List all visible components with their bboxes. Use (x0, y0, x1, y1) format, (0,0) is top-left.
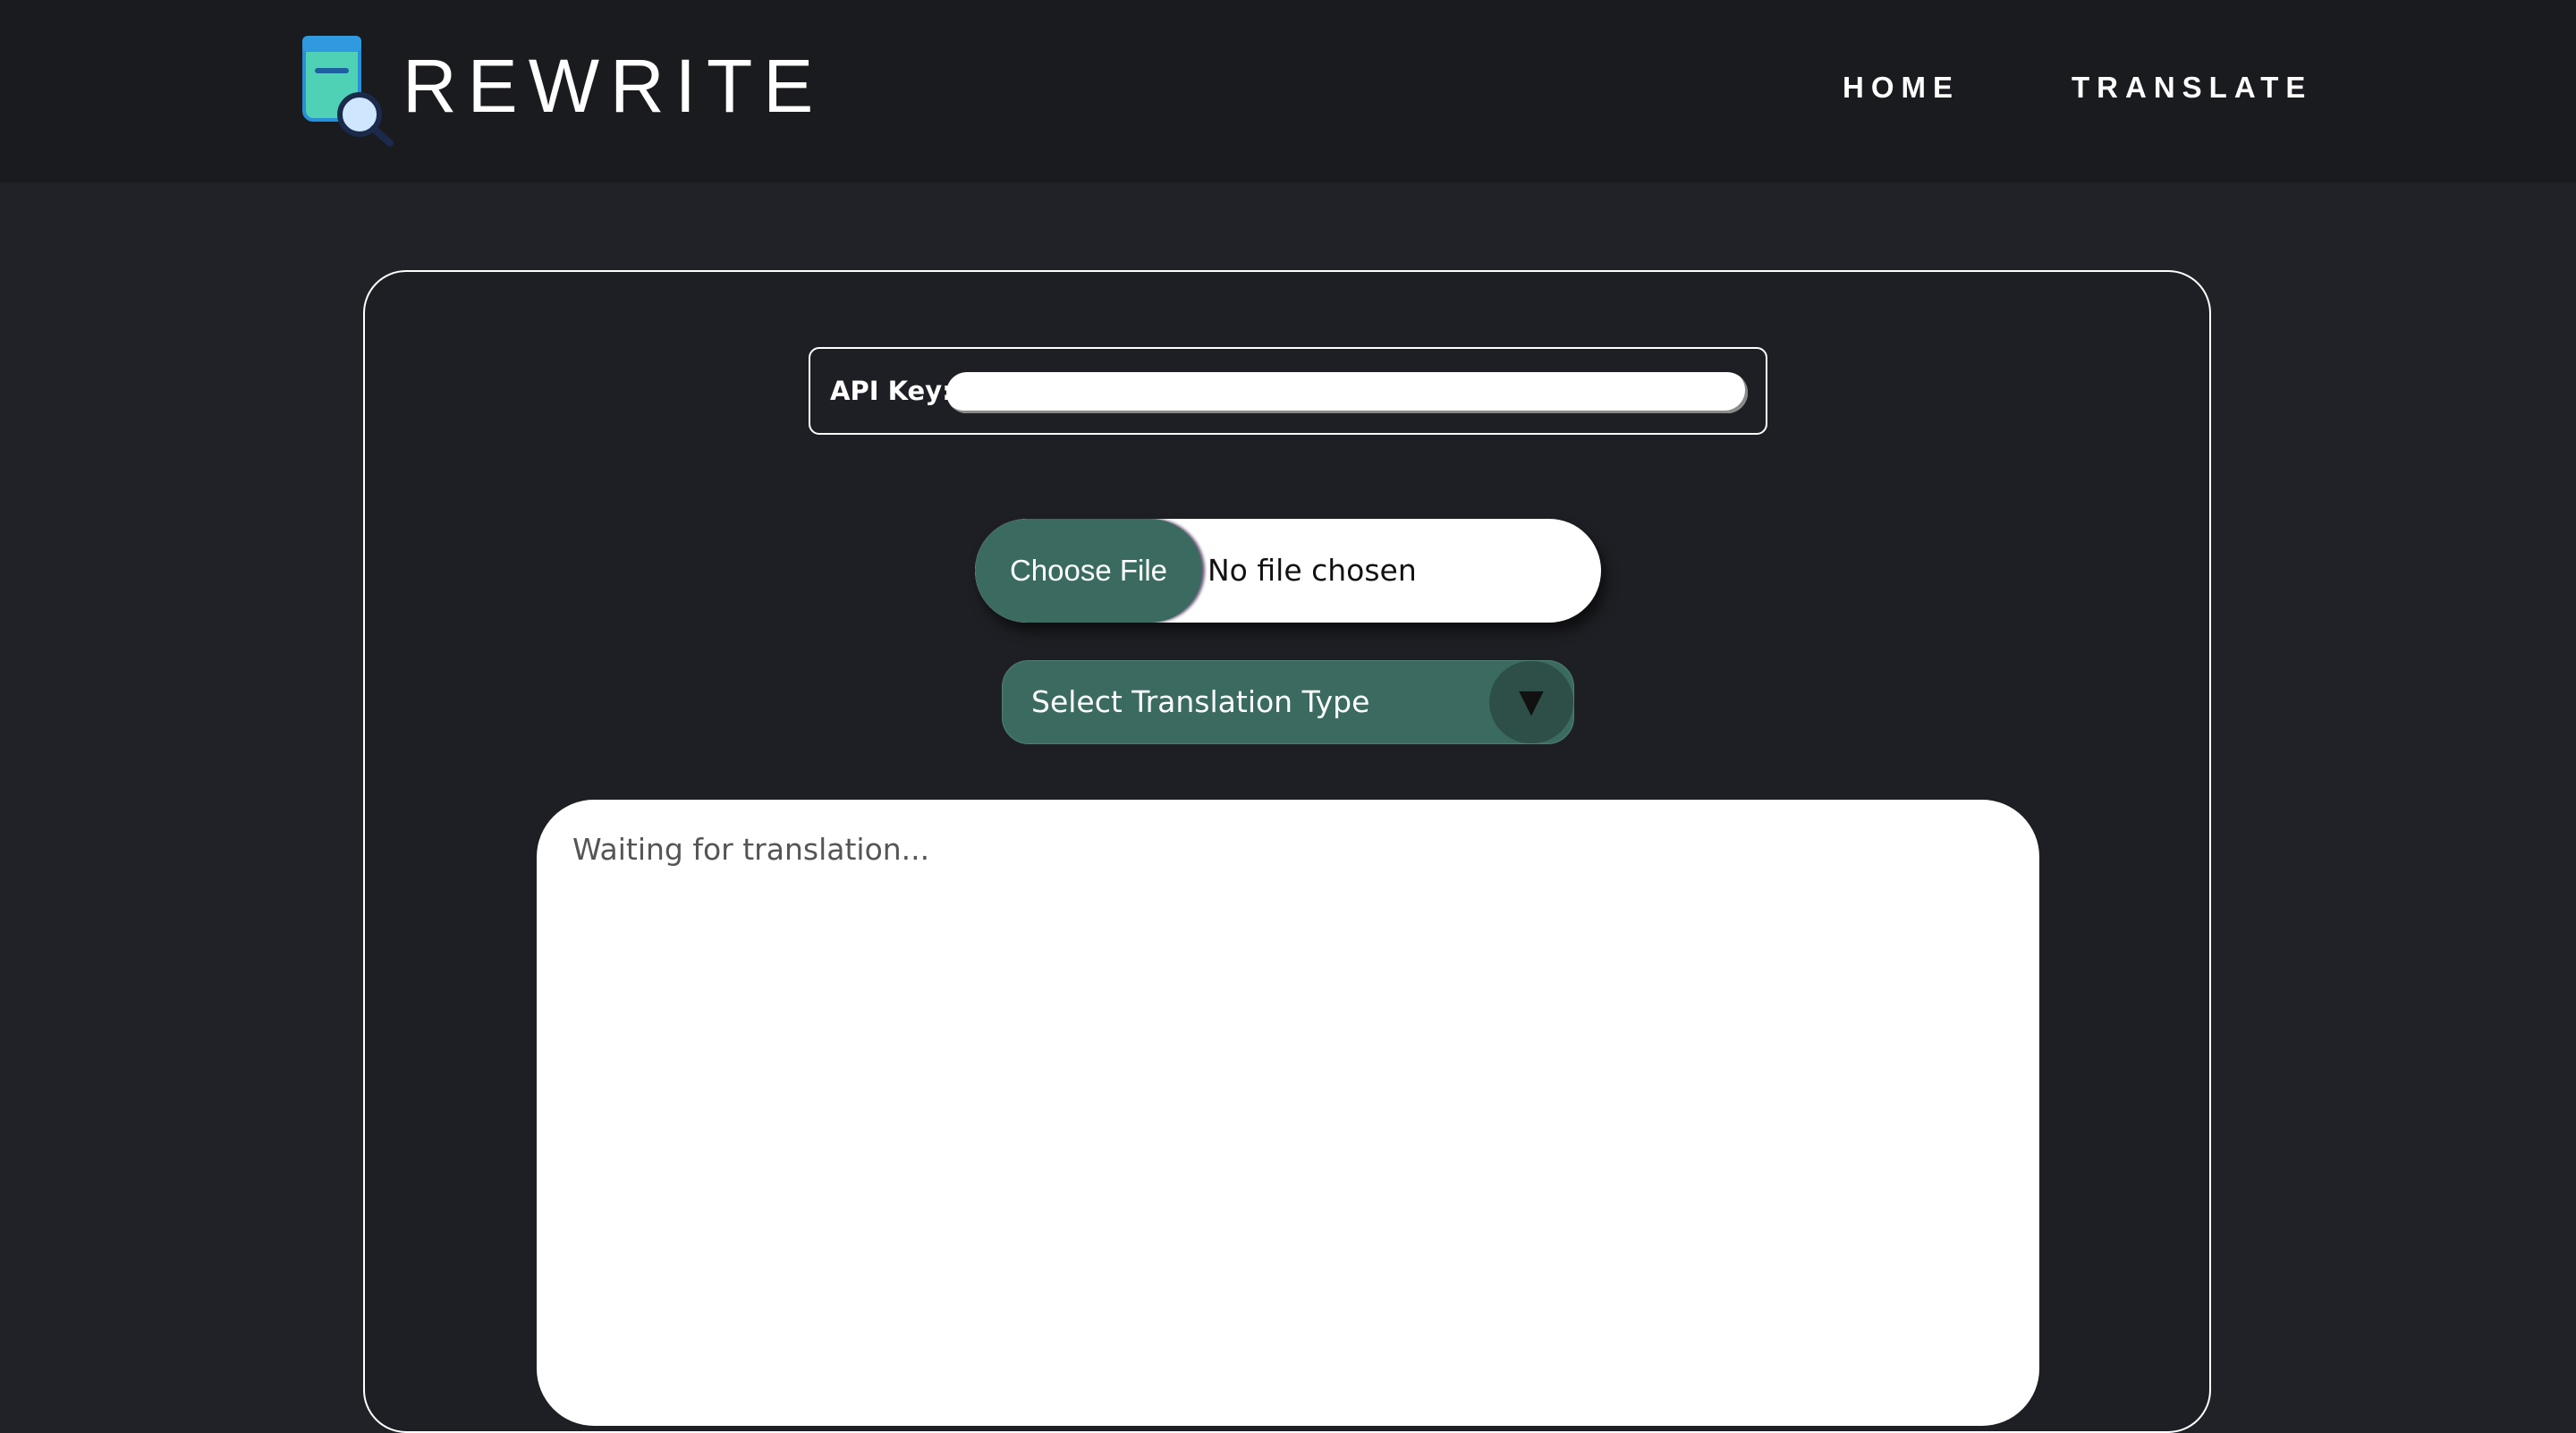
header: REWRITE HOME TRANSLATE (0, 0, 2576, 182)
translation-type-select[interactable]: Select Translation Type ▼ (1002, 660, 1574, 744)
translation-type-label: Select Translation Type (1031, 684, 1370, 719)
translation-output[interactable] (537, 800, 2039, 1426)
nav-translate-link[interactable]: TRANSLATE (2072, 64, 2312, 111)
api-key-label: API Key: (830, 376, 953, 406)
nav-home-link[interactable]: HOME (1843, 64, 1960, 111)
file-status-text: No file chosen (1208, 553, 1417, 588)
choose-file-button[interactable]: Choose File (975, 519, 1202, 623)
file-picker[interactable]: Choose File No file chosen (975, 519, 1601, 623)
document-search-icon (302, 36, 394, 147)
api-key-input[interactable] (946, 372, 1748, 413)
brand-name[interactable]: REWRITE (402, 41, 824, 131)
dropdown-arrow-icon[interactable]: ▼ (1489, 661, 1573, 743)
api-key-panel: API Key: (809, 347, 1767, 435)
